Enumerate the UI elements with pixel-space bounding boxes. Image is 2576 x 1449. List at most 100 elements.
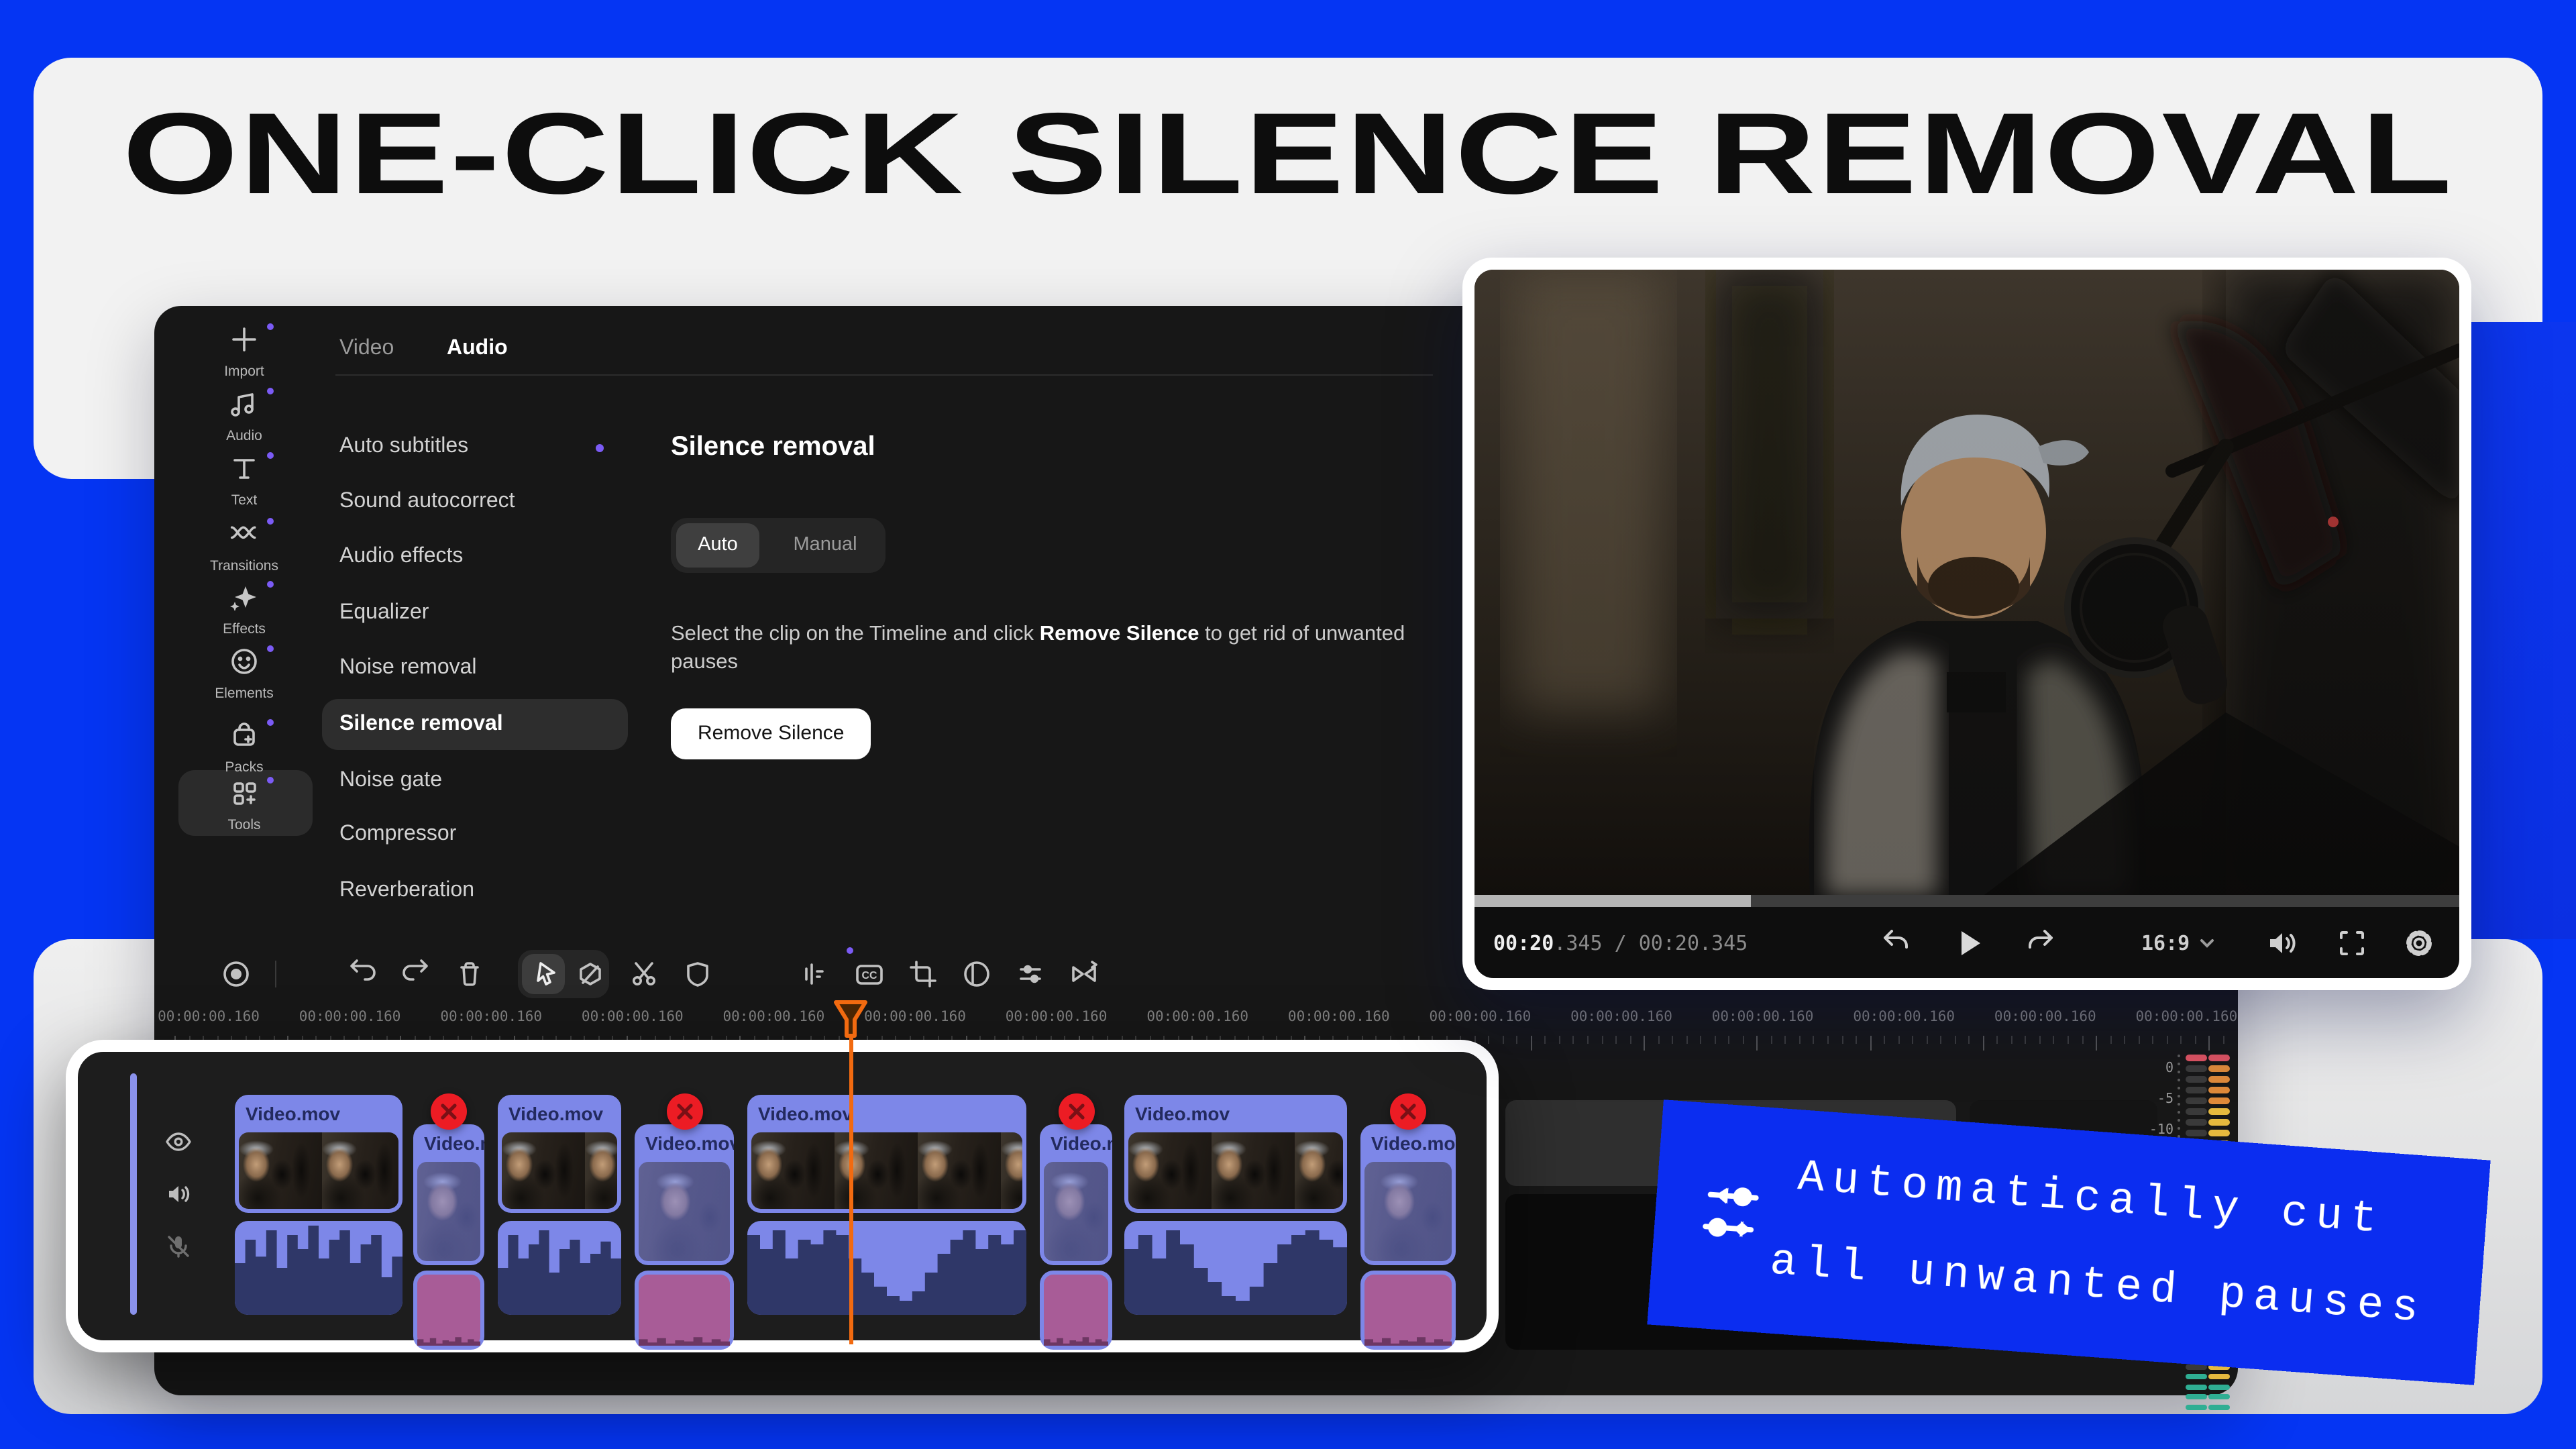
remove-clip-button[interactable] [431,1093,467,1130]
sidebar-item-effects[interactable]: Effects [165,581,323,643]
panel-heading: Silence removal [671,432,875,463]
tab-audio[interactable]: Audio [447,337,508,361]
menu-item-equalizer[interactable]: Equalizer [339,601,429,631]
ruler-tick [2011,1036,2012,1044]
menu-item-compressor[interactable]: Compressor [339,822,456,852]
play-button[interactable] [1948,923,1988,963]
remove-clip-button[interactable] [1390,1093,1426,1130]
menu-item-noise-gate[interactable]: Noise gate [339,769,442,798]
sidebar-item-text[interactable]: Text [165,452,323,514]
clip-waveform[interactable] [747,1221,1026,1315]
captions-icon[interactable]: CC [851,955,888,993]
clip-waveform-silence[interactable] [635,1271,734,1350]
ruler-tick [1841,1036,1843,1044]
ruler-timestamp: 00:00:00.160 [864,1009,966,1025]
video-preview-frame[interactable] [1474,270,2459,895]
tab-video[interactable]: Video [339,337,394,361]
undo-icon[interactable] [343,955,381,993]
fullscreen-icon[interactable] [2332,923,2372,963]
menu-item-reverberation[interactable]: Reverberation [339,879,474,908]
meter-tick-dot [2178,1119,2180,1122]
cut-icon[interactable] [625,955,663,993]
clip-waveform[interactable] [498,1221,621,1315]
clip-waveform[interactable] [1124,1221,1347,1315]
bag-icon [227,719,262,751]
ruler-tick [1743,1036,1744,1044]
notification-dot [267,323,274,330]
clip-waveform-silence[interactable] [1360,1271,1456,1350]
menu-item-audio-effects[interactable]: Audio effects [339,545,463,574]
playhead-line[interactable] [849,1030,853,1344]
record-icon[interactable] [217,955,255,993]
clip-waveform-silence[interactable] [413,1271,484,1350]
aspect-ratio-select[interactable]: 16:9 [2141,931,2190,955]
menu-item-sound-autocorrect[interactable]: Sound autocorrect [339,490,515,519]
sidebar-item-audio[interactable]: Audio [165,388,323,449]
clip-thumbnail-dimmed [417,1162,480,1261]
ruler-tick [1587,1036,1589,1044]
meter-segment [2186,1055,2207,1061]
menu-item-silence-removal[interactable]: Silence removal [339,712,503,742]
sidebar-item-elements[interactable]: Elements [165,645,323,707]
menu-item-noise-removal[interactable]: Noise removal [339,656,477,686]
timeline-clip[interactable]: Video.mov [1124,1095,1347,1213]
ruler-timestamp: 00:00:00.160 [1288,1009,1390,1025]
menu-item-auto-subtitles[interactable]: Auto subtitles [339,435,468,464]
timeline-clip[interactable]: Video.mov [498,1095,621,1213]
ruler-tick [2209,1036,2210,1051]
track-visibility-icon[interactable] [164,1127,193,1157]
clip-waveform-silence[interactable] [1040,1271,1112,1350]
track-volume-icon[interactable] [164,1179,193,1209]
audio-levels-icon[interactable] [794,955,832,993]
skip-forward-icon[interactable] [2021,923,2061,963]
skip-back-icon[interactable] [1876,923,1916,963]
sidebar-item-import[interactable]: Import [165,323,323,385]
remove-clip-button[interactable] [666,1093,702,1130]
remove-silence-button[interactable]: Remove Silence [671,708,871,759]
notification-dot [267,719,274,726]
track-mic-muted-icon[interactable] [164,1232,193,1261]
volume-icon[interactable] [2262,923,2302,963]
ruler-tick [1559,1036,1560,1044]
sidebar-item-transitions[interactable]: Transitions [165,518,323,580]
meter-segment [2186,1394,2207,1399]
playback-progress-bar[interactable] [1474,895,2459,907]
timeline-clip-silence[interactable]: Video.mov [635,1124,734,1265]
ruler-tick [2039,1036,2041,1044]
mask-icon[interactable] [679,955,716,993]
settings-gear-icon[interactable] [2399,923,2439,963]
timer-icon[interactable] [958,955,996,993]
crop-icon[interactable] [904,955,942,993]
meter-segment [2208,1404,2230,1409]
playhead-handle[interactable] [832,1000,869,1046]
adjust-icon[interactable] [1012,955,1049,993]
ruler-timestamp: 00:00:00.160 [2136,1009,2238,1025]
snap-icon[interactable] [572,955,609,993]
clip-thumbnails [1128,1132,1343,1209]
toggle-option-auto[interactable]: Auto [676,523,759,568]
x-icon [676,1103,693,1120]
timeline-clip[interactable]: Video.mov [235,1095,402,1213]
clip-thumbnail-dimmed [639,1162,730,1261]
ruler-tick [1644,1036,1645,1051]
timeline-clip-silence[interactable]: Video.mov [413,1124,484,1265]
timeline-clip-silence[interactable]: Video.mov [1040,1124,1112,1265]
clip-label: Video.mov [413,1124,484,1162]
sparkles-icon [227,581,262,613]
sidebar-item-tools[interactable]: Tools [165,777,323,839]
chevron-down-icon[interactable] [2198,934,2216,959]
ruler-tick [2053,1036,2055,1044]
remove-clip-button[interactable] [1058,1093,1094,1130]
sidebar-item-packs[interactable]: Packs [165,719,323,781]
timeline-clip[interactable]: Video.mov [747,1095,1026,1213]
clip-waveform[interactable] [235,1221,402,1315]
timeline-clip-silence[interactable]: Video.mov [1360,1124,1456,1265]
toggle-option-manual[interactable]: Manual [771,523,879,568]
redo-icon[interactable] [397,955,435,993]
track-select-bar[interactable] [130,1073,137,1315]
delete-icon[interactable] [451,955,488,993]
ruler-tick [1955,1036,1956,1044]
split-icon[interactable] [1065,955,1103,993]
select-cursor-icon[interactable] [526,955,564,993]
ruler-tick [1884,1036,1885,1044]
